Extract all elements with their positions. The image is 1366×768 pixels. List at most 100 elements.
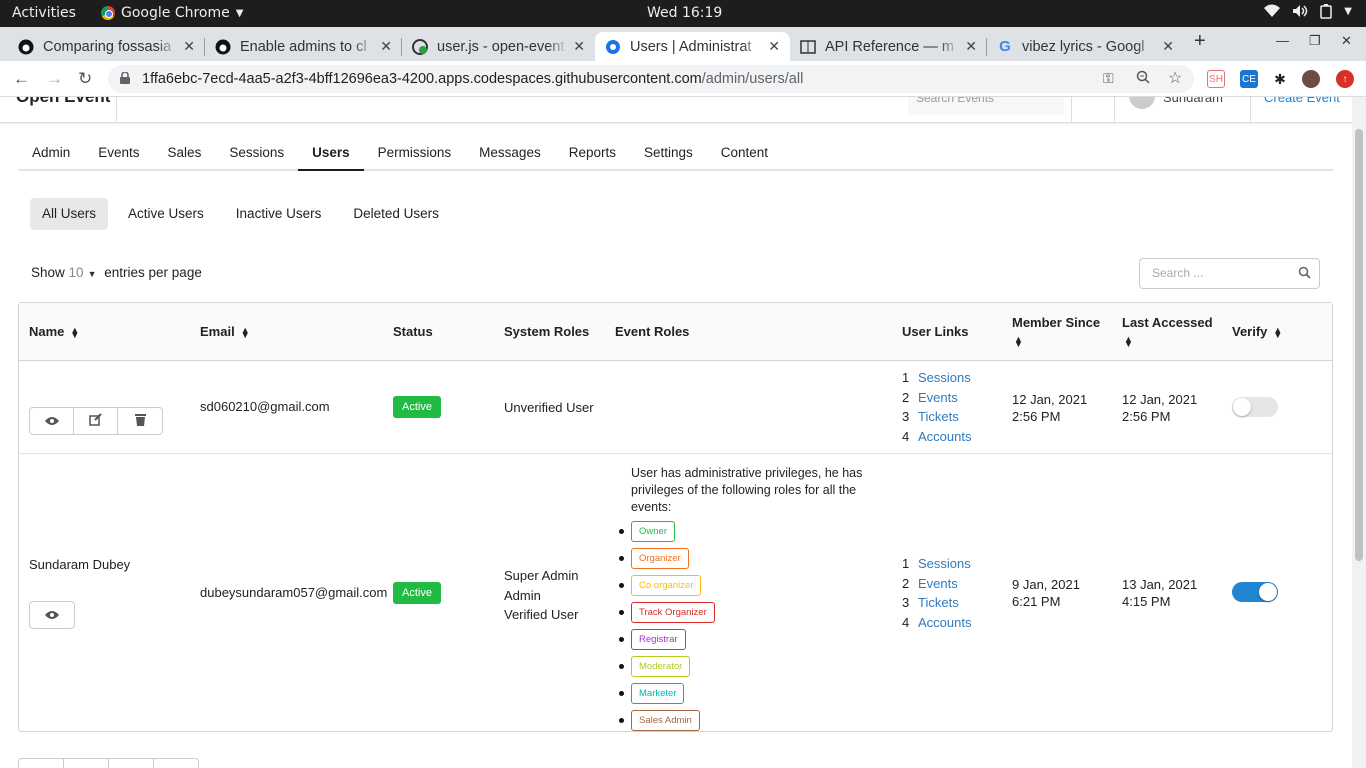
list-item: Sales Admin: [619, 707, 871, 734]
pagination: [18, 758, 199, 768]
app-menu[interactable]: Google Chrome ▼: [101, 5, 243, 21]
column-verify[interactable]: Verify ▲ ▼: [1232, 324, 1282, 339]
browser-tab[interactable]: Comparing fossasia ✕: [8, 32, 205, 61]
tab-sales[interactable]: Sales: [154, 132, 216, 171]
column-system-roles: System Roles: [504, 324, 590, 339]
close-icon[interactable]: ✕: [965, 38, 977, 55]
system-roles: Super Admin Admin Verified User: [504, 568, 579, 622]
edit-button[interactable]: [74, 408, 118, 434]
tab-messages[interactable]: Messages: [465, 132, 555, 171]
delete-button[interactable]: [118, 408, 162, 434]
page-button[interactable]: [64, 759, 109, 768]
event-roles-description: User has administrative privileges, he h…: [631, 466, 863, 514]
minimize-icon[interactable]: —: [1276, 33, 1289, 48]
close-window-icon[interactable]: ✕: [1341, 33, 1352, 49]
column-member-since[interactable]: Member Since ▲ ▼: [1012, 315, 1100, 349]
table-search-input[interactable]: Search ...: [1139, 258, 1320, 289]
close-icon[interactable]: ✕: [573, 38, 585, 55]
view-button[interactable]: [30, 602, 74, 628]
github-icon: [215, 39, 231, 55]
page-button[interactable]: [154, 759, 198, 768]
events-link[interactable]: Events: [918, 576, 958, 591]
browser-tab[interactable]: G vibez lyrics - Googl ✕: [987, 32, 1184, 61]
verify-toggle[interactable]: [1232, 397, 1278, 417]
create-event-link[interactable]: Create Event: [1264, 97, 1340, 105]
browser-tab[interactable]: user.js - open-event ✕: [402, 32, 595, 61]
browser-tab[interactable]: API Reference — m ✕: [790, 32, 987, 61]
page-scrollbar[interactable]: [1352, 97, 1366, 768]
role-tag-owner: Owner: [631, 521, 675, 542]
chevron-down-icon[interactable]: ▼: [88, 269, 97, 279]
sessions-link[interactable]: Sessions: [918, 370, 971, 385]
role-tag-co-organizer: Co organizer: [631, 575, 702, 596]
column-email[interactable]: Email ▲ ▼: [200, 324, 250, 339]
accounts-link[interactable]: Accounts: [918, 429, 971, 444]
close-icon[interactable]: ✕: [768, 38, 780, 55]
key-icon[interactable]: ⚿: [1103, 70, 1114, 87]
column-last-accessed[interactable]: Last Accessed ▲ ▼: [1122, 315, 1213, 348]
column-name[interactable]: Name ▲ ▼: [29, 324, 79, 339]
tab-content[interactable]: Content: [707, 132, 782, 171]
browser-tab[interactable]: Enable admins to cl ✕: [205, 32, 402, 61]
scrollbar-thumb[interactable]: [1355, 129, 1363, 561]
tab-inactive-users[interactable]: Inactive Users: [224, 198, 334, 230]
close-icon[interactable]: ✕: [1162, 38, 1174, 55]
tab-admin[interactable]: Admin: [18, 132, 84, 171]
star-icon[interactable]: ☆: [1168, 68, 1182, 88]
zoom-icon[interactable]: [1136, 70, 1150, 87]
close-icon[interactable]: ✕: [380, 38, 392, 55]
tickets-link[interactable]: Tickets: [918, 409, 959, 424]
tab-users[interactable]: Users: [298, 132, 364, 171]
system-tray[interactable]: ▼: [1264, 4, 1352, 23]
user-menu[interactable]: Sundaram: [1163, 97, 1223, 105]
tab-title: Users | Administrat: [630, 38, 752, 55]
row-actions: [29, 407, 163, 435]
avatar[interactable]: [1302, 70, 1320, 88]
page-button[interactable]: [109, 759, 154, 768]
tickets-link[interactable]: Tickets: [918, 595, 959, 610]
tab-settings[interactable]: Settings: [630, 132, 707, 171]
clock[interactable]: Wed 16:19: [647, 5, 722, 21]
accounts-link[interactable]: Accounts: [918, 615, 971, 630]
verify-toggle[interactable]: [1232, 582, 1278, 602]
reload-icon[interactable]: ↻: [78, 69, 92, 89]
sort-icon: ▲ ▼: [1014, 333, 1023, 349]
tab-sessions[interactable]: Sessions: [215, 132, 298, 171]
page-button[interactable]: [19, 759, 64, 768]
tab-deleted-users[interactable]: Deleted Users: [341, 198, 451, 230]
activities-button[interactable]: Activities: [12, 5, 76, 21]
event-search-input[interactable]: Search Events: [908, 97, 1064, 115]
extension-icon[interactable]: SH: [1207, 70, 1225, 88]
volume-icon: [1292, 4, 1308, 23]
brand-logo[interactable]: Open Event: [16, 97, 110, 107]
forward-icon[interactable]: →: [46, 69, 63, 89]
tab-reports[interactable]: Reports: [555, 132, 630, 171]
status-badge: Active: [393, 582, 441, 604]
trash-icon: [134, 413, 146, 429]
address-bar[interactable]: 1ffa6ebc-7ecd-4aa5-a2f3-4bff12696ea3-420…: [108, 65, 1194, 93]
avatar[interactable]: [1129, 97, 1155, 109]
maximize-icon[interactable]: ❐: [1309, 33, 1321, 49]
search-placeholder: Search ...: [1152, 266, 1204, 280]
list-item: Marketer: [619, 680, 871, 707]
column-status: Status: [393, 324, 433, 339]
tab-permissions[interactable]: Permissions: [364, 132, 466, 171]
entries-per-page: Show 10 ▼ entries per page: [31, 265, 202, 280]
puzzle-icon[interactable]: ✱: [1271, 70, 1289, 88]
tab-events[interactable]: Events: [84, 132, 153, 171]
entries-select[interactable]: 10: [69, 265, 84, 280]
events-link[interactable]: Events: [918, 390, 958, 405]
new-tab-button[interactable]: +: [1194, 30, 1206, 53]
table-row: sd060210@gmail.com Active Unverified Use…: [19, 362, 1332, 454]
tab-active-users[interactable]: Active Users: [116, 198, 216, 230]
tab-all-users[interactable]: All Users: [30, 198, 109, 230]
back-icon[interactable]: ←: [13, 69, 30, 89]
close-icon[interactable]: ✕: [183, 38, 195, 55]
browser-tab-active[interactable]: Users | Administrat ✕: [595, 32, 790, 61]
extension-icon[interactable]: CE: [1240, 70, 1258, 88]
tab-title: Enable admins to cl: [240, 38, 367, 55]
view-button[interactable]: [30, 408, 74, 434]
sessions-link[interactable]: Sessions: [918, 556, 971, 571]
docs-icon: [800, 39, 816, 55]
update-icon[interactable]: ↑: [1336, 70, 1354, 88]
